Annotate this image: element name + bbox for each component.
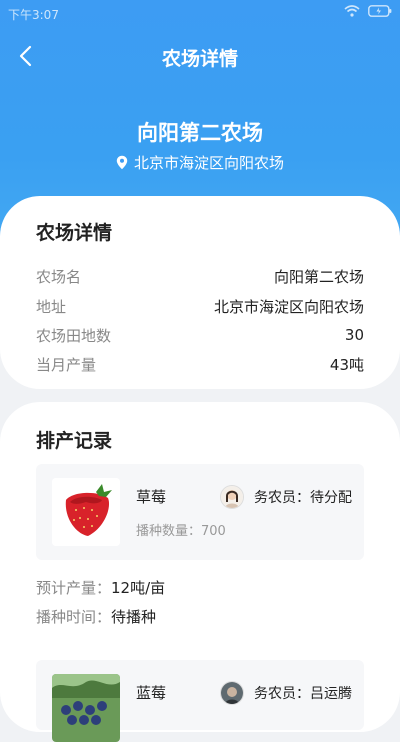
hero-address-text: 北京市海淀区向阳农场 bbox=[133, 154, 284, 172]
production-record-card: 排产记录 草莓 务农员：待分配 播种数量：700 预计产量：12吨/亩 播种时间… bbox=[0, 402, 400, 742]
strawberry-image bbox=[52, 478, 120, 546]
farmer-avatar bbox=[220, 485, 244, 509]
crop-record-strawberry[interactable]: 草莓 务农员：待分配 播种数量：700 bbox=[36, 464, 364, 560]
farmer-assignment: 务农员：待分配 bbox=[220, 485, 352, 509]
location-pin-icon bbox=[116, 155, 128, 170]
detail-row-label: 农场田地数 bbox=[36, 326, 112, 345]
blueberry-image bbox=[52, 674, 120, 742]
status-time: 下午3:07 bbox=[8, 8, 59, 22]
sowing-quantity: 播种数量：700 bbox=[136, 524, 226, 539]
farmer-assignment: 务农员：吕运腾 bbox=[220, 681, 352, 705]
farmer-label: 务农员：待分配 bbox=[254, 490, 352, 506]
farmer-avatar bbox=[220, 681, 244, 705]
detail-row-value: 北京市海淀区向阳农场 bbox=[213, 297, 364, 316]
nav-bar: 农场详情 bbox=[0, 34, 400, 78]
wifi-icon bbox=[344, 5, 360, 17]
detail-row-address: 地址 北京市海淀区向阳农场 bbox=[36, 294, 364, 318]
production-card-title: 排产记录 bbox=[36, 430, 113, 452]
battery-icon bbox=[368, 5, 392, 17]
hero-address: 北京市海淀区向阳农场 bbox=[0, 152, 400, 173]
crop-name: 蓝莓 bbox=[136, 684, 167, 702]
detail-row-label: 地址 bbox=[36, 297, 67, 316]
detail-card-title: 农场详情 bbox=[36, 222, 113, 244]
crop-record-blueberry[interactable]: 蓝莓 务农员：吕运腾 bbox=[36, 660, 364, 742]
detail-row-farm-name: 农场名 向阳第二农场 bbox=[36, 264, 364, 288]
detail-row-label: 农场名 bbox=[36, 267, 82, 286]
farm-detail-card: 农场详情 农场名 向阳第二农场 地址 北京市海淀区向阳农场 农场田地数 30 当… bbox=[0, 196, 400, 389]
detail-row-label: 当月产量 bbox=[36, 355, 97, 374]
sowing-time: 播种时间：待播种 bbox=[36, 608, 157, 626]
hero-farm-name: 向阳第二农场 bbox=[137, 121, 263, 145]
status-bar: 下午3:07 bbox=[0, 0, 400, 26]
detail-row-value: 30 bbox=[344, 326, 364, 344]
detail-row-value: 43吨 bbox=[329, 355, 364, 374]
detail-row-field-count: 农场田地数 30 bbox=[36, 323, 364, 347]
expected-output: 预计产量：12吨/亩 bbox=[36, 579, 166, 597]
farmer-label: 务农员：吕运腾 bbox=[254, 686, 352, 702]
detail-row-monthly-output: 当月产量 43吨 bbox=[36, 352, 364, 376]
page-title: 农场详情 bbox=[161, 48, 238, 70]
crop-name: 草莓 bbox=[136, 488, 167, 506]
detail-row-value: 向阳第二农场 bbox=[273, 267, 364, 286]
